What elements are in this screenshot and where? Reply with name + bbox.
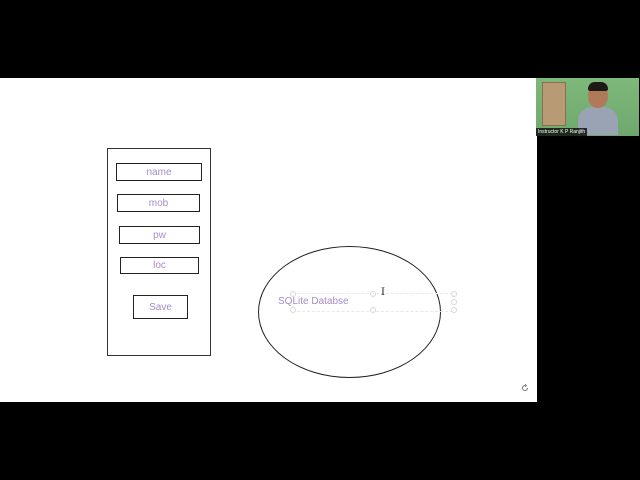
- screen-share-view: name mob pw loc Save SQLite Databse I In…: [0, 0, 640, 480]
- participant-hair: [588, 82, 608, 91]
- selection-handle[interactable]: [451, 307, 457, 313]
- loc-field-label: loc: [153, 260, 166, 271]
- database-label[interactable]: SQLite Databse: [278, 296, 349, 307]
- mob-field-label: mob: [148, 197, 169, 209]
- selection-handle[interactable]: [370, 307, 376, 313]
- background-door: [542, 82, 566, 126]
- name-field-label: name: [146, 166, 172, 178]
- selection-handle[interactable]: [290, 307, 296, 313]
- pw-field-box[interactable]: pw: [119, 226, 200, 244]
- selection-handle[interactable]: [370, 291, 376, 297]
- name-field-box[interactable]: name: [116, 163, 202, 181]
- text-cursor-icon: I: [381, 287, 385, 298]
- mob-field-box[interactable]: mob: [117, 194, 200, 212]
- participant-avatar: [578, 82, 618, 135]
- selection-handle[interactable]: [451, 299, 457, 305]
- database-ellipse[interactable]: [258, 246, 441, 378]
- pw-field-label: pw: [153, 229, 166, 241]
- whiteboard-canvas[interactable]: name mob pw loc Save SQLite Databse I: [0, 78, 537, 402]
- loc-field-box[interactable]: loc: [120, 257, 199, 274]
- participant-name-tag: Instructor K P Ranjith: [536, 128, 588, 136]
- save-button[interactable]: Save: [133, 295, 188, 319]
- webcam-video-tile[interactable]: Instructor K P Ranjith: [536, 78, 639, 136]
- refresh-icon[interactable]: [521, 383, 529, 394]
- selection-handle[interactable]: [451, 291, 457, 297]
